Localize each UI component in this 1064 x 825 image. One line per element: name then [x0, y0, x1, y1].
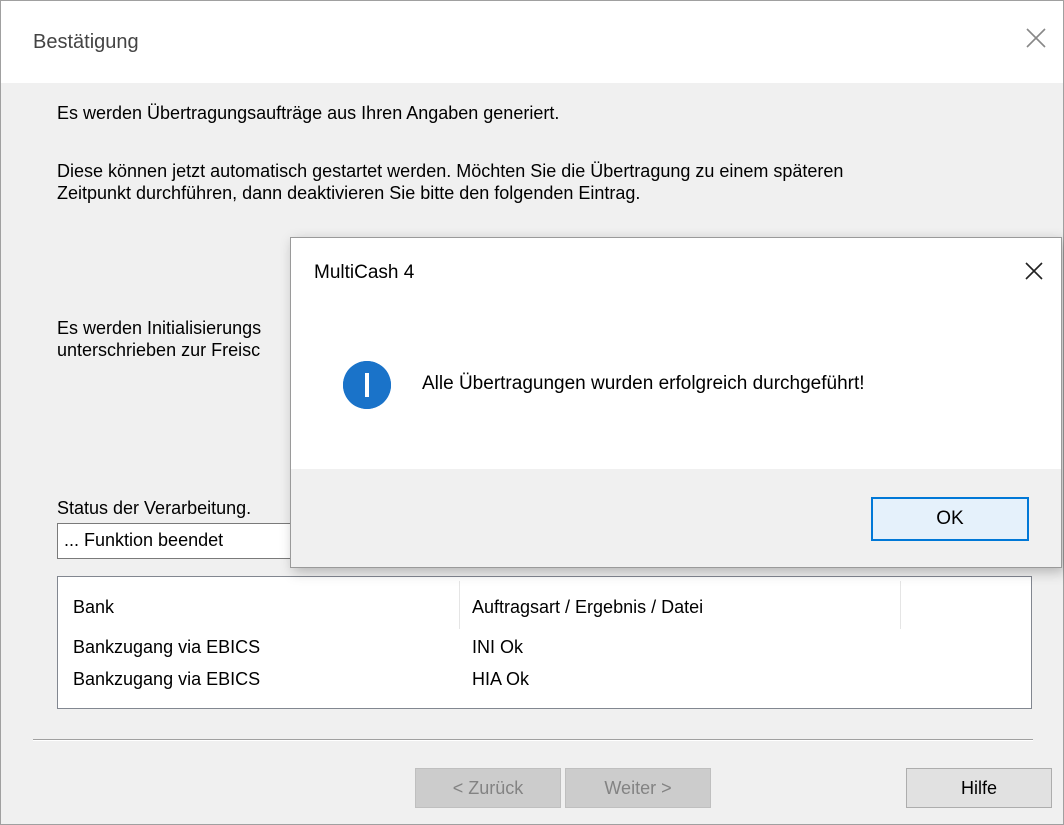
column-divider[interactable]	[900, 581, 901, 629]
column-divider[interactable]	[459, 581, 460, 629]
status-value: ... Funktion beendet	[64, 530, 224, 550]
cell-bank: Bankzugang via EBICS	[73, 637, 261, 657]
help-button[interactable]: Hilfe	[906, 768, 1052, 808]
dialog-title: Bestätigung	[33, 31, 139, 53]
divider	[33, 740, 1033, 741]
info-icon	[343, 361, 391, 409]
info-text-line1: Es werden Übertragungsaufträge aus Ihren…	[57, 103, 560, 123]
message-box-title: MultiCash 4	[314, 262, 415, 283]
info-text-line3: Zeitpunkt durchführen, dann deaktivieren…	[57, 183, 641, 203]
message-box-footer: OK	[291, 469, 1061, 567]
status-field: ... Funktion beendet	[57, 523, 297, 559]
next-button[interactable]: Weiter >	[565, 768, 711, 808]
column-header-bank[interactable]: Bank	[73, 597, 114, 618]
status-label: Status der Verarbeitung.	[57, 498, 252, 518]
info-text-line2: Diese können jetzt automatisch gestartet…	[57, 161, 844, 181]
message-text: Alle Übertragungen wurden erfolgreich du…	[422, 373, 865, 394]
back-button[interactable]: < Zurück	[415, 768, 561, 808]
cell-result: INI Ok	[472, 637, 524, 657]
close-icon[interactable]	[1017, 254, 1051, 288]
column-header-result[interactable]: Auftragsart / Ergebnis / Datei	[472, 597, 703, 618]
title-bar: Bestätigung	[1, 1, 1063, 83]
info-text-line5: unterschrieben zur Freisc	[57, 340, 261, 360]
info-text-line4: Es werden Initialisierungs	[57, 318, 262, 338]
cell-bank: Bankzugang via EBICS	[73, 669, 261, 689]
list-header: Bank Auftragsart / Ergebnis / Datei	[58, 577, 1031, 629]
message-box: MultiCash 4 Alle Übertragungen wurden er…	[290, 237, 1062, 568]
close-icon[interactable]	[1021, 23, 1051, 53]
results-list[interactable]: Bank Auftragsart / Ergebnis / Datei Bank…	[57, 576, 1032, 709]
ok-button[interactable]: OK	[871, 497, 1029, 541]
cell-result: HIA Ok	[472, 669, 530, 689]
